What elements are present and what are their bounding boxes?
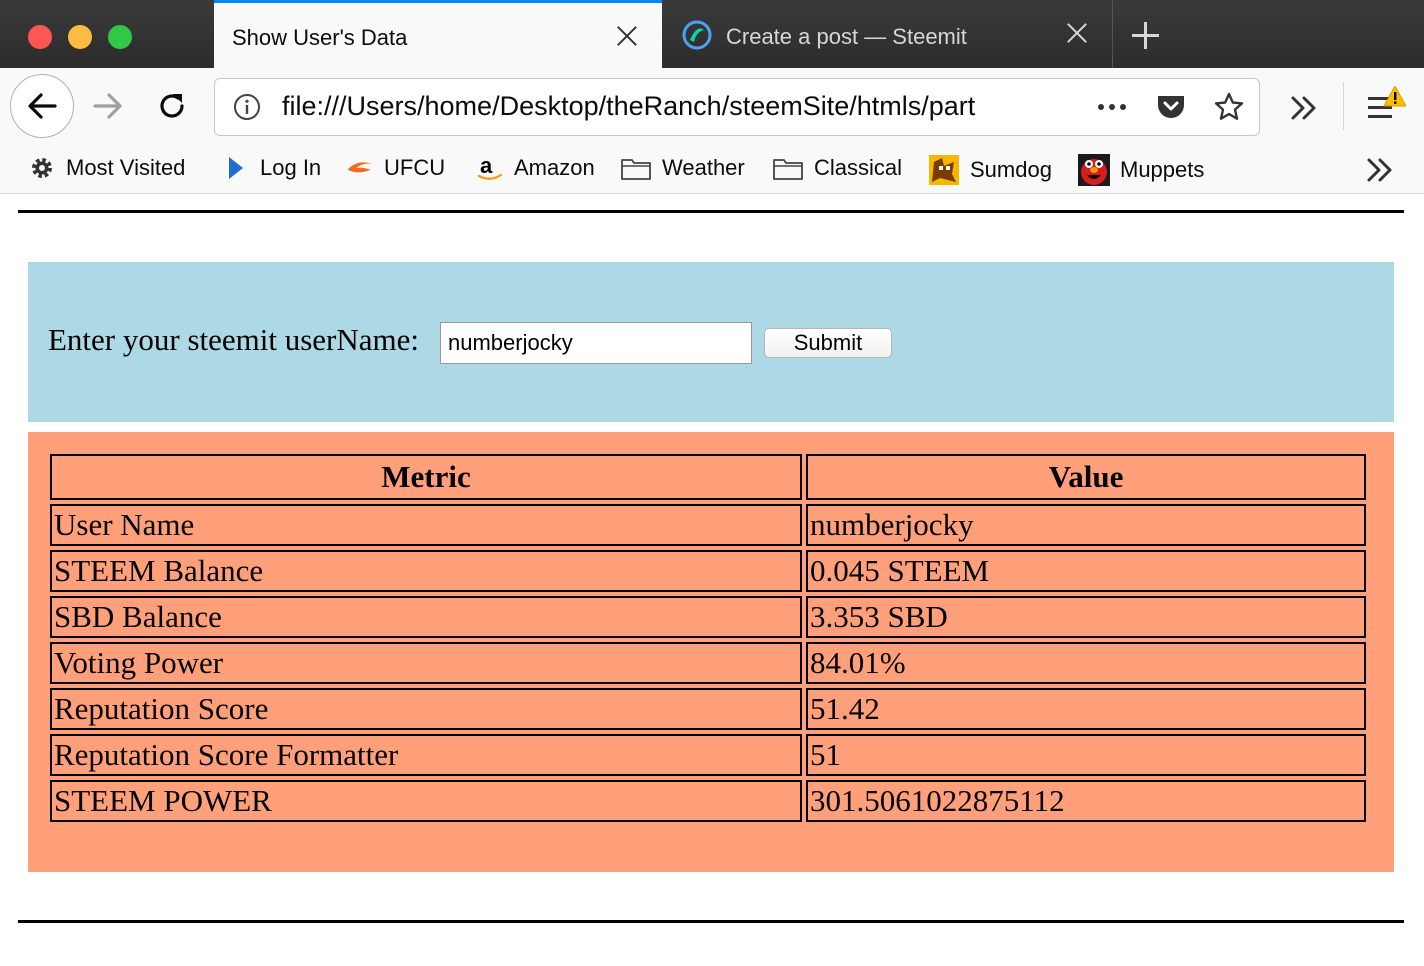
tab-separator bbox=[1112, 0, 1113, 68]
bookmark-label: Log In bbox=[260, 155, 322, 180]
metric-cell: Reputation Score Formatter bbox=[50, 734, 802, 776]
gear-icon bbox=[32, 158, 52, 178]
table-row: Reputation Score Formatter 51 bbox=[50, 734, 1366, 776]
table-row: STEEM Balance 0.045 STEEM bbox=[50, 550, 1366, 592]
user-data-panel: Metric Value User Name numberjocky STEEM… bbox=[28, 432, 1394, 872]
bookmark-muppets[interactable]: Muppets bbox=[1078, 154, 1204, 186]
toolbar-overflow-icon[interactable] bbox=[1284, 88, 1324, 128]
table-header-row: Metric Value bbox=[50, 454, 1366, 500]
steemit-logo-icon bbox=[682, 20, 712, 50]
tab-title: Create a post — Steemit bbox=[726, 24, 967, 49]
bookmark-star-icon[interactable] bbox=[1213, 91, 1245, 123]
metric-cell: User Name bbox=[50, 504, 802, 546]
bookmark-label: Amazon bbox=[514, 155, 595, 180]
sumdog-logo-icon bbox=[929, 155, 959, 185]
table-row: SBD Balance 3.353 SBD bbox=[50, 596, 1366, 638]
site-info-icon[interactable] bbox=[233, 93, 261, 121]
horizontal-rule-bottom bbox=[18, 920, 1404, 923]
reload-button[interactable] bbox=[152, 86, 192, 126]
back-button[interactable] bbox=[10, 74, 74, 138]
submit-button[interactable]: Submit bbox=[764, 328, 892, 358]
page-content: Enter your steemit userName: Submit Metr… bbox=[0, 194, 1424, 966]
toolbar-separator bbox=[1343, 82, 1344, 130]
reload-icon bbox=[160, 94, 184, 118]
play-arrow-icon bbox=[229, 157, 243, 179]
close-tab-icon[interactable] bbox=[612, 21, 642, 51]
bookmark-log-in[interactable]: Log In bbox=[222, 154, 321, 182]
value-cell: 3.353 SBD bbox=[806, 596, 1366, 638]
username-form-panel: Enter your steemit userName: Submit bbox=[28, 262, 1394, 422]
value-cell: 84.01% bbox=[806, 642, 1366, 684]
table-row: Reputation Score 51.42 bbox=[50, 688, 1366, 730]
ufcu-logo-icon bbox=[347, 162, 373, 173]
elmo-icon bbox=[1078, 154, 1110, 186]
navigation-toolbar: file:///Users/home/Desktop/theRanch/stee… bbox=[0, 68, 1424, 148]
folder-icon bbox=[773, 159, 803, 180]
forward-arrow-icon bbox=[93, 93, 122, 119]
bookmarks-toolbar: Most Visited Log In UFCU a Amazon Weathe… bbox=[0, 148, 1424, 194]
close-window-button[interactable] bbox=[28, 25, 52, 49]
horizontal-rule-top bbox=[18, 210, 1404, 213]
zoom-window-button[interactable] bbox=[108, 25, 132, 49]
bookmark-label: Weather bbox=[662, 155, 745, 180]
value-cell: 0.045 STEEM bbox=[806, 550, 1366, 592]
svg-text:a: a bbox=[480, 154, 493, 178]
bookmarks-overflow-icon[interactable] bbox=[1362, 154, 1398, 186]
bookmark-most-visited[interactable]: Most Visited bbox=[28, 154, 185, 182]
metric-cell: Voting Power bbox=[50, 642, 802, 684]
user-data-table: Metric Value User Name numberjocky STEEM… bbox=[46, 450, 1370, 826]
table-row: Voting Power 84.01% bbox=[50, 642, 1366, 684]
metric-cell: Reputation Score bbox=[50, 688, 802, 730]
bookmark-classical[interactable]: Classical bbox=[772, 154, 902, 182]
pocket-icon[interactable] bbox=[1155, 92, 1187, 122]
new-tab-plus-icon[interactable] bbox=[1124, 14, 1166, 56]
address-bar[interactable]: file:///Users/home/Desktop/theRanch/stee… bbox=[214, 78, 1260, 136]
bookmark-sumdog[interactable]: Sumdog bbox=[928, 154, 1052, 186]
value-cell: numberjocky bbox=[806, 504, 1366, 546]
metric-cell: STEEM POWER bbox=[50, 780, 802, 822]
minimize-window-button[interactable] bbox=[68, 25, 92, 49]
url-text[interactable]: file:///Users/home/Desktop/theRanch/stee… bbox=[282, 91, 1032, 122]
bookmark-label: Classical bbox=[814, 155, 903, 180]
bookmark-weather[interactable]: Weather bbox=[620, 154, 745, 182]
table-row: STEEM POWER 301.5061022875112 bbox=[50, 780, 1366, 822]
close-tab-icon[interactable] bbox=[1062, 18, 1092, 48]
bookmark-label: UFCU bbox=[384, 155, 446, 180]
tab-show-users-data[interactable]: Show User's Data bbox=[214, 0, 662, 68]
value-cell: 301.5061022875112 bbox=[806, 780, 1366, 822]
folder-icon bbox=[621, 159, 651, 180]
table-row: User Name numberjocky bbox=[50, 504, 1366, 546]
bookmark-label: Sumdog bbox=[970, 157, 1052, 182]
value-cell: 51.42 bbox=[806, 688, 1366, 730]
value-column-header: Value bbox=[806, 454, 1366, 500]
metric-cell: SBD Balance bbox=[50, 596, 802, 638]
metric-column-header: Metric bbox=[50, 454, 802, 500]
bookmark-amazon[interactable]: a Amazon bbox=[476, 154, 595, 182]
bookmark-label: Most Visited bbox=[66, 155, 186, 180]
bookmark-ufcu[interactable]: UFCU bbox=[346, 154, 445, 182]
amazon-logo-icon: a bbox=[477, 154, 503, 180]
tab-title: Show User's Data bbox=[232, 25, 408, 50]
bookmark-label: Muppets bbox=[1120, 157, 1205, 182]
tab-create-post[interactable]: Create a post — Steemit bbox=[664, 0, 1112, 68]
hamburger-menu-icon[interactable] bbox=[1362, 86, 1406, 130]
page-actions-ellipsis-icon[interactable] bbox=[1095, 92, 1129, 122]
username-label: Enter your steemit userName: bbox=[48, 322, 420, 357]
url-actions bbox=[1095, 91, 1245, 123]
value-cell: 51 bbox=[806, 734, 1366, 776]
metric-cell: STEEM Balance bbox=[50, 550, 802, 592]
username-input[interactable] bbox=[440, 322, 752, 364]
back-arrow-icon bbox=[28, 93, 57, 119]
tab-strip: Show User's Data Create a post — Steemit bbox=[0, 0, 1424, 68]
forward-button[interactable] bbox=[88, 86, 128, 126]
